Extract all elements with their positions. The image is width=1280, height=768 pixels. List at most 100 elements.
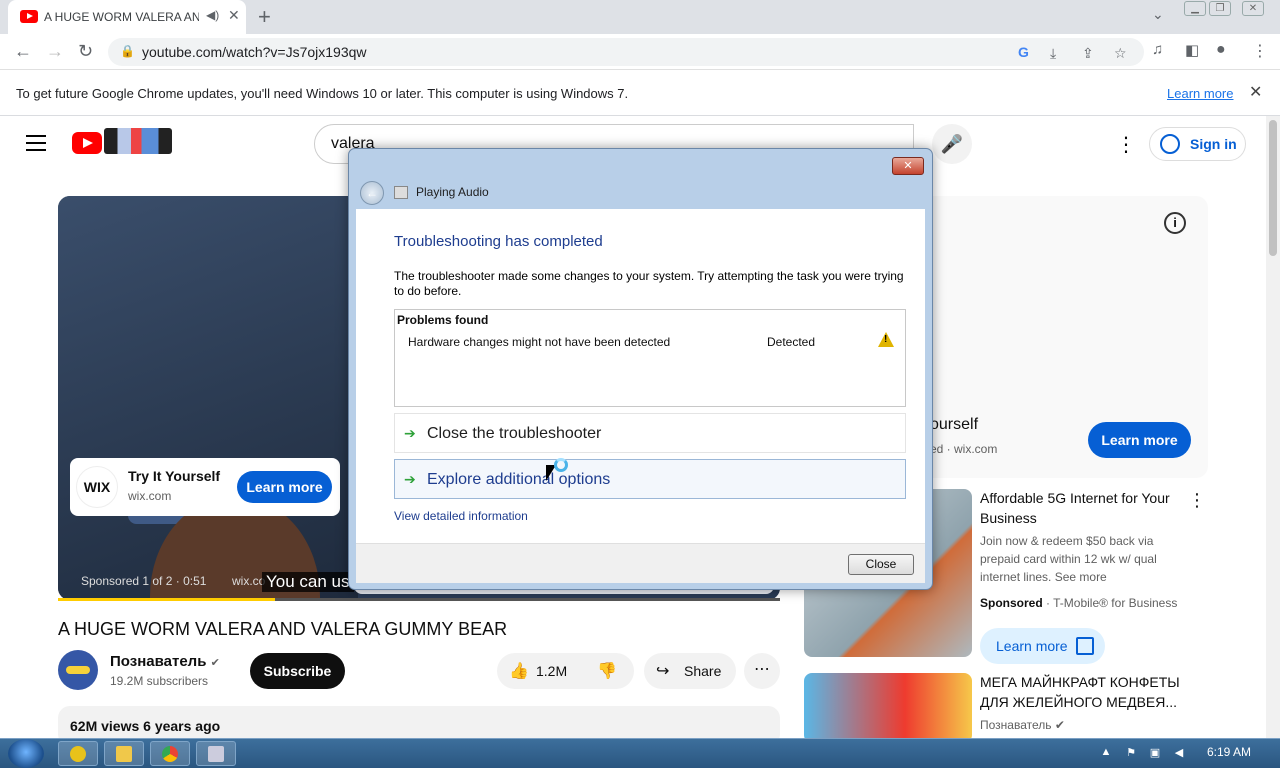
share-icon: ↪ [656,663,670,680]
dislike-icon[interactable]: 👎 [597,661,617,681]
share-label: Share [684,663,722,679]
verified-check-icon: ✔ [210,657,220,669]
sidebar-ad-domain: ed · wix.com [930,442,998,456]
troubleshooter-app-icon [394,186,408,199]
chrome-menu-icon[interactable]: ⋮ [1252,41,1268,61]
profile-avatar-icon[interactable]: ● [1216,41,1226,59]
chrome-icon [162,746,178,762]
sidebar-ad-menu-icon[interactable]: ⋮ [1188,490,1206,511]
ad-info-icon[interactable]: i [1164,212,1186,234]
page-scrollbar[interactable] [1266,116,1280,738]
share-button[interactable]: ↪ Share [644,653,736,689]
subscribe-button[interactable]: Subscribe [250,653,345,689]
media-control-icon[interactable]: ♫ [1152,41,1163,58]
voice-search-icon[interactable]: 🎤 [932,124,972,164]
dialog-paragraph: The troubleshooter made some changes to … [394,269,904,298]
start-button[interactable] [8,739,44,768]
scrollbar-thumb[interactable] [1269,120,1277,256]
lock-icon[interactable]: 🔒 [120,44,135,58]
channel-name[interactable]: Познаватель ✔ [110,653,220,670]
youtube-logo-icon[interactable] [72,132,102,154]
restore-button[interactable]: ❐ [1209,1,1231,16]
sign-in-button[interactable]: Sign in [1149,127,1246,161]
green-arrow-icon: ➔ [404,471,416,487]
like-dislike-bar: 👍 1.2M 👎 [497,653,634,689]
close-troubleshooter-option[interactable]: ➔ Close the troubleshooter [394,413,906,453]
new-tab-icon[interactable]: + [258,4,271,30]
side-panel-icon[interactable]: ◧ [1185,41,1199,59]
channel-name-text: Познаватель [110,653,207,670]
tab-title: A HUGE WORM VALERA AN [44,10,199,24]
related-video-title[interactable]: МЕГА МАЙНКРАФТ КОНФЕТЫ ДЛЯ ЖЕЛЕЙНОГО МЕД… [980,672,1180,712]
tab-strip: A HUGE WORM VALERA AN ◀) ✕ + ⌄ ▁ ❐ ✕ [0,0,1280,34]
ad-url-overlay[interactable]: wix.co [232,574,265,588]
tray-flag-icon[interactable]: ⚑ [1124,746,1138,760]
sidebar-ad-headline[interactable]: Affordable 5G Internet for Your Business [980,488,1180,528]
option-label: Explore additional options [427,471,611,488]
tray-network-icon[interactable]: ▣ [1148,746,1162,760]
video-progress-bar[interactable] [58,598,780,601]
reload-icon[interactable]: ↻ [78,41,93,62]
like-icon[interactable]: 👍 [509,661,529,681]
infobar-learn-more-link[interactable]: Learn more [1167,86,1233,101]
back-icon[interactable]: ← [14,41,32,62]
progress-fill [58,598,275,601]
taskbar-explorer[interactable] [104,741,144,766]
like-count[interactable]: 1.2M [536,663,567,679]
back-arrow-icon[interactable]: ← [360,181,384,205]
browser-toolbar: ← → ↻ 🔒 youtube.com/watch?v=Js7ojx193qw … [0,34,1280,70]
dialog-body: Troubleshooting has completed The troubl… [356,209,925,543]
related-video-channel[interactable]: Познаватель ✔ [980,718,1065,732]
video-ad-card[interactable]: WIX Try It Yourself wix.com Learn more [70,458,340,516]
taskbar-clock[interactable]: 6:19 AM [1207,745,1251,759]
sign-in-label: Sign in [1190,136,1237,152]
sidebar-ad-learn-more-button[interactable]: Learn more [1088,422,1191,458]
view-details-link[interactable]: View detailed information [394,509,528,523]
settings-kebab-icon[interactable]: ⋮ [1116,132,1136,157]
sidebar-learn-more-label: Learn more [996,638,1068,654]
infobar-close-icon[interactable]: ✕ [1249,82,1262,102]
taskbar-troubleshooter[interactable] [196,741,236,766]
video-title: A HUGE WORM VALERA AND VALERA GUMMY BEAR [58,619,508,639]
ad-learn-more-button[interactable]: Learn more [237,471,332,503]
sidebar-ad-title: ourself [930,416,979,433]
youtube-doodle[interactable] [104,128,172,154]
sidebar-learn-more-button[interactable]: Learn more [980,628,1105,664]
taskbar-app-1[interactable] [58,741,98,766]
explore-options-option[interactable]: ➔ Explore additional options [394,459,906,499]
update-infobar: To get future Google Chrome updates, you… [0,71,1280,116]
views-and-date: 62M views 6 years ago [70,718,221,734]
wix-logo: WIX [76,466,118,508]
folder-icon [116,746,132,762]
troubleshooter-icon [208,746,224,762]
subscriber-count: 19.2M subscribers [110,674,209,688]
warning-icon [878,332,894,347]
close-tab-icon[interactable]: ✕ [228,7,240,24]
guide-menu-icon[interactable] [26,135,46,151]
problems-header: Problems found [397,313,489,327]
tray-volume-icon[interactable]: ◀ [1172,746,1186,760]
problems-list: Problems found Hardware changes might no… [394,309,906,407]
bookmark-star-icon[interactable]: ☆ [1114,45,1127,62]
related-video-thumbnail[interactable] [804,673,972,743]
more-actions-icon[interactable]: ⋯ [744,653,780,689]
speaker-icon[interactable]: ◀) [206,8,219,22]
close-window-button[interactable]: ✕ [1242,1,1264,16]
browser-tab[interactable]: A HUGE WORM VALERA AN ◀) ✕ [8,0,246,34]
install-icon[interactable]: ⤓ [1050,45,1056,62]
option-label: Close the troubleshooter [427,425,602,442]
share-page-icon[interactable]: ⇪ [1082,45,1094,62]
channel-avatar[interactable] [58,650,98,690]
dialog-close-icon[interactable]: ✕ [892,157,924,175]
video-caption: You can us [262,572,354,592]
tray-expand-icon[interactable]: ▲ [1099,746,1113,760]
related-video-channel-text: Познаватель [980,718,1052,732]
google-translate-icon[interactable]: G [1018,44,1029,60]
forward-icon[interactable]: → [46,41,64,62]
minimize-button[interactable]: ▁ [1184,1,1206,16]
taskbar-chrome[interactable] [150,741,190,766]
tab-search-chevron-icon[interactable]: ⌄ [1152,6,1164,23]
close-button[interactable]: Close [848,554,914,575]
address-bar[interactable]: 🔒 youtube.com/watch?v=Js7ojx193qw G ⤓ ⇪ … [108,38,1144,66]
green-arrow-icon: ➔ [404,425,416,441]
